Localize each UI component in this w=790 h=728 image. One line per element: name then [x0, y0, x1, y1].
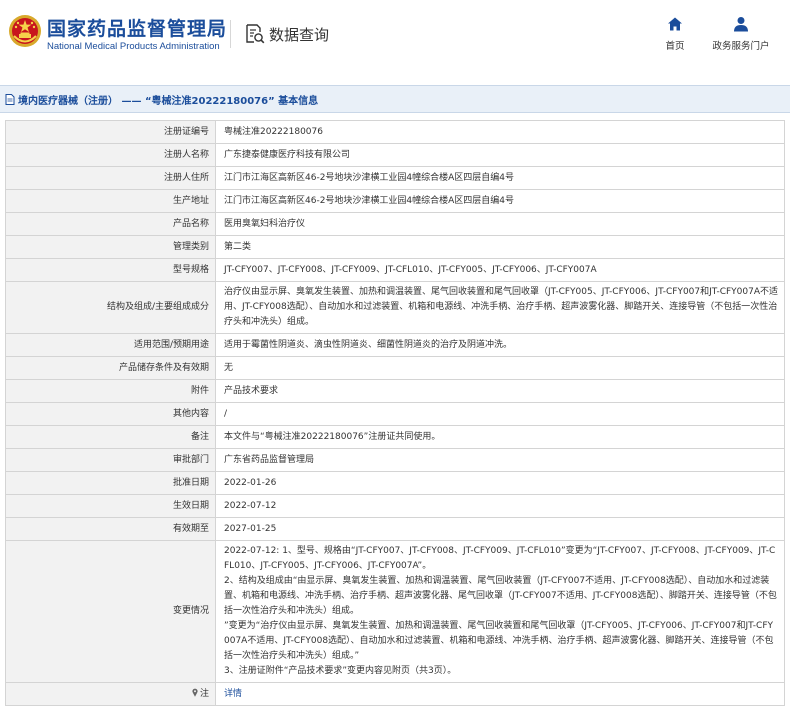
- data-query-heading: 数据查询: [245, 22, 329, 46]
- table-row-reg-no: 注册证编号 粤械注准20222180076: [5, 120, 785, 144]
- field-label: 注册证编号: [5, 120, 216, 144]
- header-divider: [230, 20, 231, 48]
- field-label: 适用范围/预期用途: [5, 333, 216, 357]
- note-label: 注: [199, 688, 209, 699]
- field-value: /: [215, 402, 785, 426]
- change-line: 2、结构及组成由“由显示屏、臭氧发生装置、加热和调温装置、尾气回收装置（JT-C…: [224, 576, 777, 616]
- field-value: 无: [215, 356, 785, 380]
- change-history: 2022-07-12: 1、型号、规格由“JT-CFY007、JT-CFY008…: [215, 540, 785, 683]
- table-row-note: 注 详情: [5, 682, 785, 706]
- field-value: 本文件与“粤械注准20222180076”注册证共同使用。: [215, 425, 785, 449]
- record-title: 境内医疗器械（注册） —— “粤械注准20222180076” 基本信息: [18, 95, 319, 107]
- user-icon: [734, 17, 748, 32]
- table-row-remark: 备注 本文件与“粤械注准20222180076”注册证共同使用。: [5, 425, 785, 449]
- table-row-scope: 适用范围/预期用途 适用于霉菌性阴道炎、滴虫性阴道炎、细菌性阴道炎的治疗及阴道冲…: [5, 333, 785, 357]
- field-value: 第二类: [215, 235, 785, 259]
- document-icon: [5, 93, 15, 105]
- field-value: 适用于霉菌性阴道炎、滴虫性阴道炎、细菌性阴道炎的治疗及阴道冲洗。: [215, 333, 785, 357]
- field-value: 治疗仪由显示屏、臭氧发生装置、加热和调温装置、尾气回收装置和尾气回收罩（JT-C…: [215, 281, 785, 334]
- field-label: 产品名称: [5, 212, 216, 236]
- field-label: 产品储存条件及有效期: [5, 356, 216, 380]
- site-header: 国家药品监督管理局 National Medical Products Admi…: [0, 0, 790, 68]
- field-label: 审批部门: [5, 448, 216, 472]
- field-value: 广东捷泰健康医疗科技有限公司: [215, 143, 785, 167]
- table-row-approval-dept: 审批部门 广东省药品监督管理局: [5, 448, 785, 472]
- field-value: 2027-01-25: [215, 517, 785, 541]
- field-value: JT-CFY007、JT-CFY008、JT-CFY009、JT-CFL010、…: [215, 258, 785, 282]
- site-title: 国家药品监督管理局: [47, 18, 228, 40]
- field-value: 产品技术要求: [215, 379, 785, 403]
- registration-info-table: 注册证编号 粤械注准20222180076 注册人名称 广东捷泰健康医疗科技有限…: [5, 120, 785, 706]
- national-emblem-icon: [9, 15, 41, 47]
- nav-service-portal-label: 政务服务门户: [712, 41, 770, 52]
- table-row-category: 管理类别 第二类: [5, 235, 785, 259]
- document-search-icon: [246, 24, 265, 44]
- field-label: 有效期至: [5, 517, 216, 541]
- field-label: 批准日期: [5, 471, 216, 495]
- field-label: 注册人住所: [5, 166, 216, 190]
- record-title-bar: 境内医疗器械（注册） —— “粤械注准20222180076” 基本信息: [0, 85, 790, 113]
- field-label: 管理类别: [5, 235, 216, 259]
- field-value: 粤械注准20222180076: [215, 120, 785, 144]
- table-row-attachment: 附件 产品技术要求: [5, 379, 785, 403]
- table-row-other: 其他内容 /: [5, 402, 785, 426]
- table-row-product-name: 产品名称 医用臭氧妇科治疗仪: [5, 212, 785, 236]
- table-row-model: 型号规格 JT-CFY007、JT-CFY008、JT-CFY009、JT-CF…: [5, 258, 785, 282]
- table-row-registrant-address: 注册人住所 江门市江海区高新区46-2号地块沙津横工业园4幢综合楼A区四层自编4…: [5, 166, 785, 190]
- table-row-production-address: 生产地址 江门市江海区高新区46-2号地块沙津横工业园4幢综合楼A区四层自编4号: [5, 189, 785, 213]
- note-label-cell: 注: [5, 682, 216, 706]
- table-row-approval-date: 批准日期 2022-01-26: [5, 471, 785, 495]
- field-value: 2022-01-26: [215, 471, 785, 495]
- change-line: ”变更为“治疗仪由显示屏、臭氧发生装置、加热和调温装置、尾气回收装置和尾气回收罩…: [224, 621, 774, 661]
- table-row-valid-until: 有效期至 2027-01-25: [5, 517, 785, 541]
- field-value: 江门市江海区高新区46-2号地块沙津横工业园4幢综合楼A区四层自编4号: [215, 189, 785, 213]
- table-row-structure: 结构及组成/主要组成成分 治疗仪由显示屏、臭氧发生装置、加热和调温装置、尾气回收…: [5, 281, 785, 334]
- field-value: 医用臭氧妇科治疗仪: [215, 212, 785, 236]
- field-label: 备注: [5, 425, 216, 449]
- field-value: 广东省药品监督管理局: [215, 448, 785, 472]
- change-line: 3、注册证附件“产品技术要求”变更内容见附页（共3页）。: [224, 666, 457, 676]
- field-label: 结构及组成/主要组成成分: [5, 281, 216, 334]
- change-line: 2022-07-12: 1、型号、规格由“JT-CFY007、JT-CFY008…: [224, 546, 776, 571]
- field-label: 生产地址: [5, 189, 216, 213]
- table-row-effective-date: 生效日期 2022-07-12: [5, 494, 785, 518]
- pin-icon: [192, 688, 198, 697]
- site-subtitle: National Medical Products Administration: [47, 41, 220, 52]
- field-label: 注册人名称: [5, 143, 216, 167]
- home-icon: [668, 17, 682, 31]
- nav-home[interactable]: 首页: [661, 16, 689, 52]
- details-link[interactable]: 详情: [224, 689, 242, 699]
- data-query-label: 数据查询: [269, 25, 330, 44]
- nav-home-label: 首页: [665, 41, 685, 52]
- field-label: 变更情况: [5, 540, 216, 683]
- field-value: 江门市江海区高新区46-2号地块沙津横工业园4幢综合楼A区四层自编4号: [215, 166, 785, 190]
- table-row-registrant: 注册人名称 广东捷泰健康医疗科技有限公司: [5, 143, 785, 167]
- table-row-storage: 产品储存条件及有效期 无: [5, 356, 785, 380]
- field-label: 附件: [5, 379, 216, 403]
- field-value: 2022-07-12: [215, 494, 785, 518]
- nav-service-portal[interactable]: 政务服务门户: [708, 16, 774, 52]
- field-label: 生效日期: [5, 494, 216, 518]
- table-row-change: 变更情况 2022-07-12: 1、型号、规格由“JT-CFY007、JT-C…: [5, 540, 785, 683]
- field-label: 型号规格: [5, 258, 216, 282]
- field-label: 其他内容: [5, 402, 216, 426]
- note-value: 详情: [215, 682, 785, 706]
